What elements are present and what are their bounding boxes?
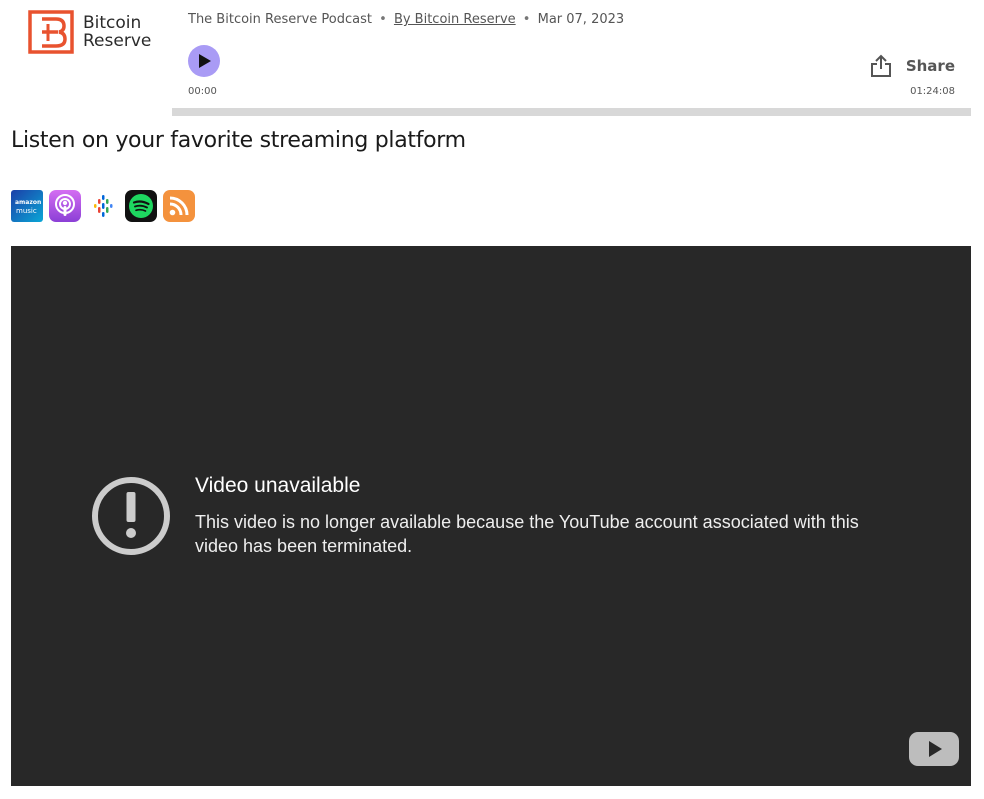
youtube-embed[interactable]: Video unavailable This video is no longe… bbox=[11, 246, 971, 786]
meta-separator: • bbox=[379, 12, 387, 27]
amazon-music-line2: music bbox=[16, 207, 37, 215]
streaming-heading: Listen on your favorite streaming platfo… bbox=[11, 128, 466, 153]
brand-name-line2: Reserve bbox=[83, 31, 152, 51]
share-icon bbox=[870, 54, 891, 77]
apple-podcasts-icon[interactable] bbox=[49, 190, 81, 222]
youtube-icon[interactable] bbox=[909, 732, 959, 766]
progress-bar[interactable] bbox=[172, 108, 971, 116]
podcast-player: The Bitcoin Reserve Podcast • By Bitcoin… bbox=[172, 0, 971, 116]
brand-name: Bitcoin Reserve bbox=[83, 14, 151, 50]
play-icon bbox=[199, 54, 211, 68]
show-title: The Bitcoin Reserve Podcast bbox=[188, 12, 372, 27]
streaming-platforms: amazon music bbox=[11, 190, 195, 222]
brand-name-line1: Bitcoin bbox=[83, 13, 142, 33]
meta-separator: • bbox=[522, 12, 531, 27]
video-error-message: This video is no longer available becaus… bbox=[195, 512, 859, 556]
share-label: Share bbox=[905, 57, 955, 75]
spotify-icon[interactable] bbox=[125, 190, 157, 222]
bitcoin-reserve-logo-icon bbox=[28, 10, 74, 54]
rss-icon[interactable] bbox=[163, 190, 195, 222]
author-link[interactable]: By Bitcoin Reserve bbox=[394, 12, 516, 27]
episode-date: Mar 07, 2023 bbox=[537, 12, 625, 27]
amazon-music-icon[interactable]: amazon music bbox=[11, 190, 43, 222]
amazon-music-line1: amazon bbox=[15, 199, 42, 206]
google-podcasts-icon[interactable] bbox=[87, 190, 119, 222]
share-button[interactable]: Share bbox=[870, 52, 955, 80]
duration: 01:24:08 bbox=[910, 86, 955, 97]
current-time: 00:00 bbox=[188, 86, 217, 97]
play-button[interactable] bbox=[188, 45, 220, 77]
exclamation-circle-icon bbox=[92, 477, 170, 555]
video-error-title: Video unavailable bbox=[195, 474, 361, 497]
episode-meta: The Bitcoin Reserve Podcast • By Bitcoin… bbox=[188, 12, 624, 27]
brand-logo[interactable]: Bitcoin Reserve bbox=[28, 10, 168, 56]
